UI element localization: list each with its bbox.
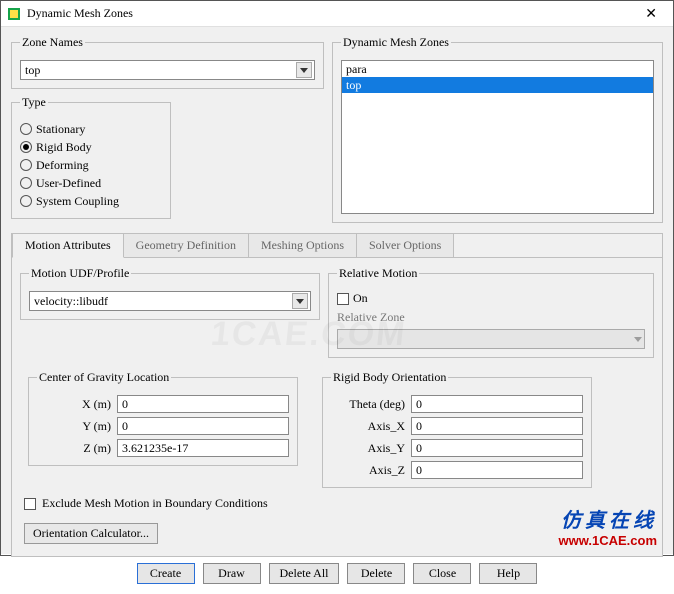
rbo-legend: Rigid Body Orientation [331, 370, 448, 385]
tab-container: Motion Attributes Geometry Definition Me… [11, 233, 663, 557]
relative-on-checkbox[interactable]: On [337, 291, 645, 306]
exclude-label: Exclude Mesh Motion in Boundary Conditio… [42, 496, 268, 511]
type-fieldset: Type Stationary Rigid Body Deforming Use… [11, 95, 171, 219]
tab-strip: Motion Attributes Geometry Definition Me… [12, 233, 662, 258]
zone-names-fieldset: Zone Names top [11, 35, 324, 89]
rbo-axisz-label: Axis_Z [331, 463, 411, 478]
create-button[interactable]: Create [137, 563, 195, 584]
radio-icon [20, 141, 32, 153]
delete-button[interactable]: Delete [347, 563, 405, 584]
chevron-down-icon[interactable] [292, 293, 308, 309]
radio-label: Stationary [36, 120, 85, 138]
window-title: Dynamic Mesh Zones [27, 6, 635, 21]
app-icon [7, 7, 21, 21]
radio-icon [20, 159, 32, 171]
checkbox-icon [24, 498, 36, 510]
motion-udf-value: velocity::libudf [34, 294, 288, 309]
motion-udf-fieldset: Motion UDF/Profile velocity::libudf [20, 266, 320, 320]
dynamic-mesh-zones-legend: Dynamic Mesh Zones [341, 35, 451, 50]
zone-name-value: top [25, 63, 292, 78]
tab-motion-attributes[interactable]: Motion Attributes [12, 234, 124, 258]
radio-rigid-body[interactable]: Rigid Body [20, 138, 162, 156]
relative-motion-fieldset: Relative Motion On Relative Zone [328, 266, 654, 358]
zone-listbox[interactable]: para top [341, 60, 654, 214]
dynamic-mesh-zones-fieldset: Dynamic Mesh Zones para top [332, 35, 663, 223]
radio-icon [20, 177, 32, 189]
footer-buttons: Create Draw Delete All Delete Close Help [11, 557, 663, 594]
relative-zone-label: Relative Zone [337, 310, 645, 325]
radio-icon [20, 195, 32, 207]
tab-solver-options[interactable]: Solver Options [356, 234, 454, 258]
cog-z-label: Z (m) [37, 441, 117, 456]
rbo-theta-label: Theta (deg) [331, 397, 411, 412]
zone-names-legend: Zone Names [20, 35, 85, 50]
zone-name-dropdown[interactable]: top [20, 60, 315, 80]
delete-all-button[interactable]: Delete All [269, 563, 340, 584]
radio-label: Rigid Body [36, 138, 92, 156]
list-item[interactable]: top [342, 77, 653, 93]
tab-geometry-definition[interactable]: Geometry Definition [123, 234, 249, 258]
rbo-axisy-input[interactable]: 0 [411, 439, 583, 457]
orientation-calculator-button[interactable]: Orientation Calculator... [24, 523, 158, 544]
help-button[interactable]: Help [479, 563, 537, 584]
cog-legend: Center of Gravity Location [37, 370, 171, 385]
type-legend: Type [20, 95, 48, 110]
motion-udf-legend: Motion UDF/Profile [29, 266, 131, 281]
draw-button[interactable]: Draw [203, 563, 261, 584]
rbo-theta-input[interactable]: 0 [411, 395, 583, 413]
list-item[interactable]: para [342, 61, 653, 77]
rbo-axisx-label: Axis_X [331, 419, 411, 434]
radio-label: Deforming [36, 156, 89, 174]
tab-body-motion: Motion UDF/Profile velocity::libudf Rela… [12, 257, 662, 556]
relative-zone-dropdown [337, 329, 645, 349]
checkbox-label: On [353, 291, 368, 306]
chevron-down-icon [634, 337, 642, 342]
radio-label: System Coupling [36, 192, 119, 210]
cog-y-input[interactable]: 0 [117, 417, 289, 435]
cog-y-label: Y (m) [37, 419, 117, 434]
radio-deforming[interactable]: Deforming [20, 156, 162, 174]
cog-x-label: X (m) [37, 397, 117, 412]
titlebar: Dynamic Mesh Zones ✕ [1, 1, 673, 27]
radio-label: User-Defined [36, 174, 101, 192]
cog-x-input[interactable]: 0 [117, 395, 289, 413]
rbo-axisz-input[interactable]: 0 [411, 461, 583, 479]
exclude-checkbox[interactable]: Exclude Mesh Motion in Boundary Conditio… [24, 496, 650, 511]
cog-z-input[interactable]: 3.621235e-17 [117, 439, 289, 457]
checkbox-icon [337, 293, 349, 305]
radio-user-defined[interactable]: User-Defined [20, 174, 162, 192]
close-icon[interactable]: ✕ [635, 3, 667, 24]
motion-udf-dropdown[interactable]: velocity::libudf [29, 291, 311, 311]
radio-stationary[interactable]: Stationary [20, 120, 162, 138]
chevron-down-icon[interactable] [296, 62, 312, 78]
relative-motion-legend: Relative Motion [337, 266, 419, 281]
rbo-fieldset: Rigid Body Orientation Theta (deg) 0 Axi… [322, 370, 592, 488]
rbo-axisx-input[interactable]: 0 [411, 417, 583, 435]
cog-fieldset: Center of Gravity Location X (m) 0 Y (m)… [28, 370, 298, 466]
rbo-axisy-label: Axis_Y [331, 441, 411, 456]
radio-icon [20, 123, 32, 135]
radio-system-coupling[interactable]: System Coupling [20, 192, 162, 210]
close-button[interactable]: Close [413, 563, 471, 584]
tab-meshing-options[interactable]: Meshing Options [248, 234, 357, 258]
